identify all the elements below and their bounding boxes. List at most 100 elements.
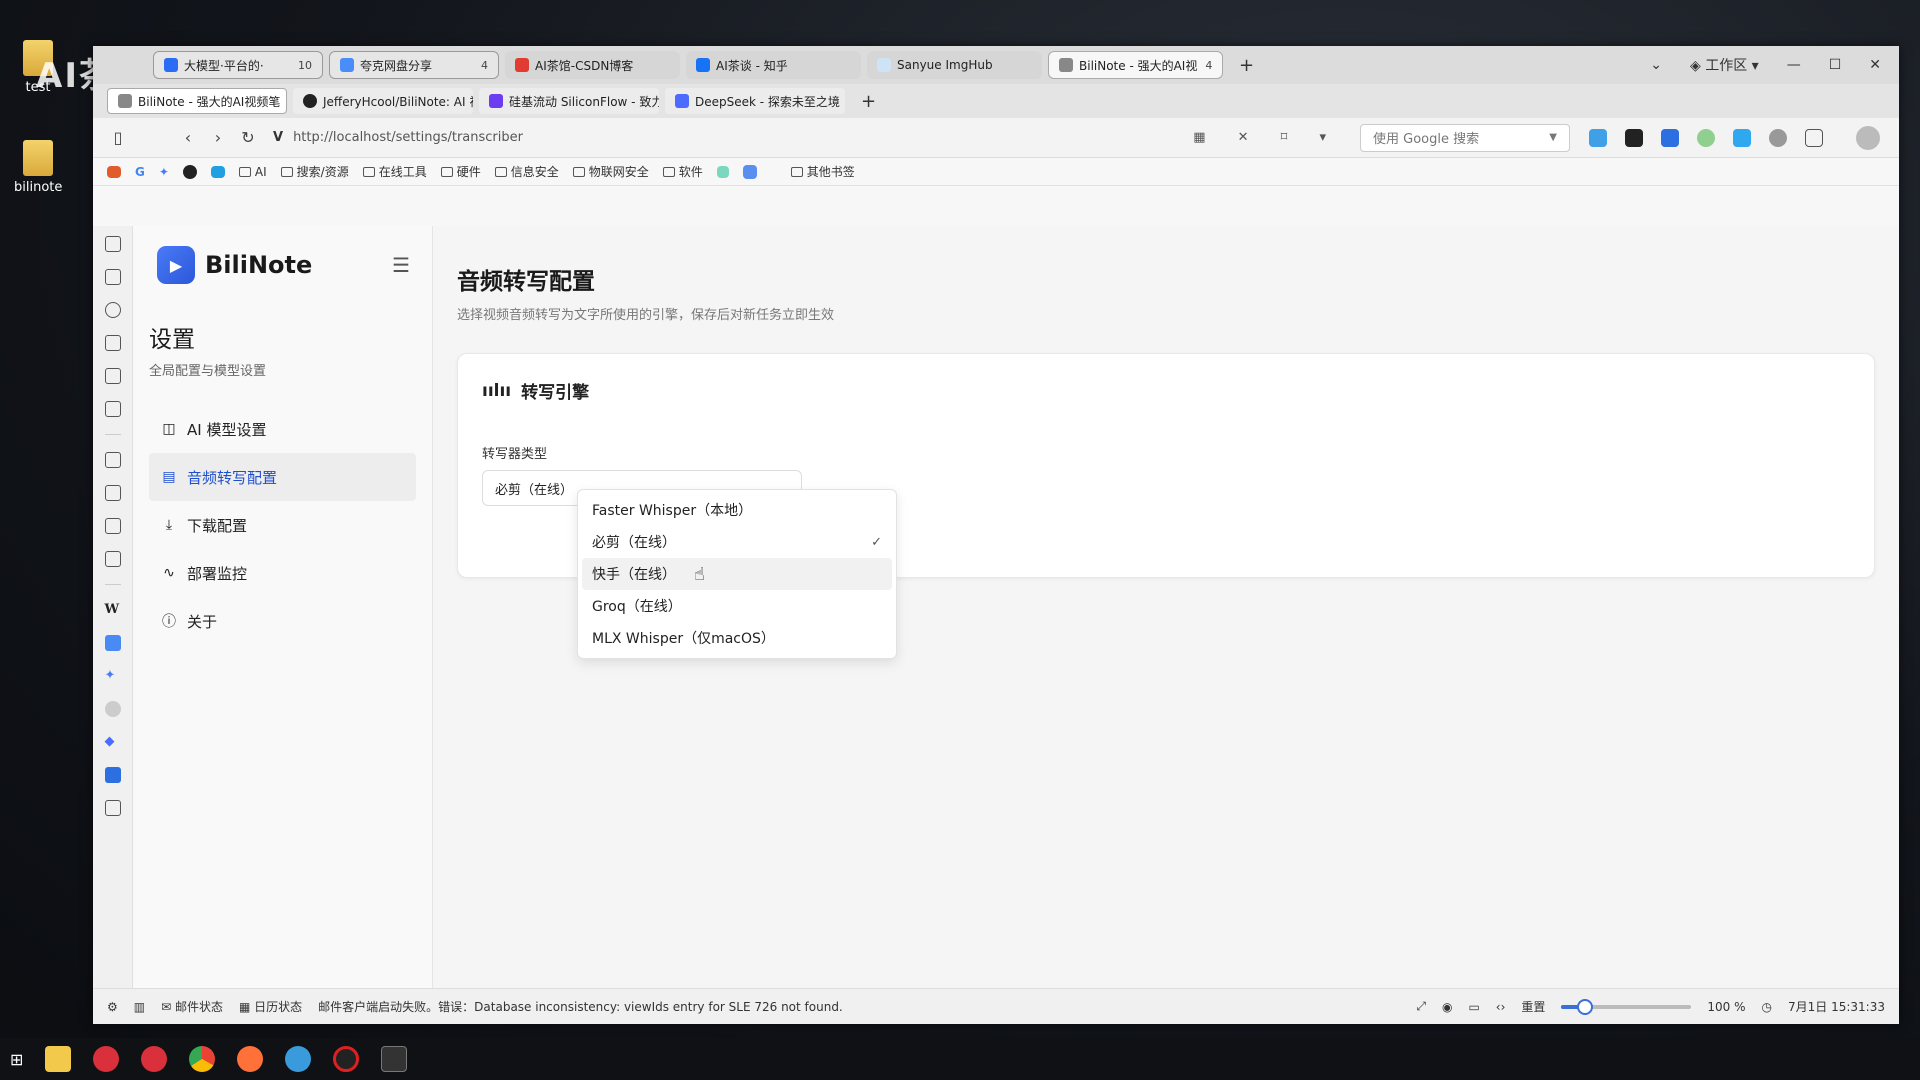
tab-imghub[interactable]: Sanyue ImgHub: [867, 51, 1042, 79]
deepseek-icon[interactable]: ◆: [105, 734, 121, 750]
download-panel-icon[interactable]: [104, 269, 121, 285]
url-field[interactable]: V http://localhost/settings/transcriber …: [263, 124, 1350, 152]
bookmark-favicon-icon[interactable]: [716, 165, 729, 178]
github-icon[interactable]: [182, 164, 197, 179]
subtab-bilinote[interactable]: BiliNote - 强大的AI视频笔: [107, 88, 287, 114]
new-tab-icon[interactable]: +: [1239, 55, 1254, 76]
subtab-deepseek[interactable]: DeepSeek - 探索未至之境: [665, 88, 845, 114]
mail-panel-icon[interactable]: [104, 452, 121, 468]
history-panel-icon[interactable]: [104, 302, 121, 318]
bookmark-favicon-icon[interactable]: [742, 164, 757, 179]
bookmark-folder-security[interactable]: 信息安全: [494, 163, 559, 180]
search-input[interactable]: 使用 Google 搜索 ▼: [1360, 123, 1570, 152]
tab-stack-bilinote[interactable]: BiliNote - 强大的AI视 4: [1048, 51, 1223, 79]
minimize-icon[interactable]: —: [1787, 57, 1801, 73]
terminal-icon[interactable]: [381, 1046, 408, 1072]
capture-icon[interactable]: ⤢: [1416, 999, 1426, 1014]
workspace-button[interactable]: ◈ 工作区 ▾: [1690, 55, 1759, 75]
panel-icon[interactable]: ▥: [134, 1000, 145, 1014]
calendar-panel-icon[interactable]: [104, 485, 121, 501]
gear-icon[interactable]: ⚙: [107, 1000, 118, 1014]
option-bcut[interactable]: 必剪（在线） ✓: [582, 526, 892, 558]
menu-item-monitor[interactable]: ∿ 部署监控: [149, 549, 416, 597]
sliders-icon[interactable]: ☰: [392, 253, 410, 277]
feeds-panel-icon[interactable]: [104, 551, 121, 567]
shield-icon[interactable]: [1769, 128, 1787, 147]
desktop-icon-bilinote[interactable]: bilinote: [14, 140, 62, 195]
google-icon[interactable]: G: [135, 165, 145, 179]
window-panel-icon[interactable]: [104, 368, 121, 384]
extension-icon[interactable]: [1733, 128, 1751, 147]
option-kuaishou[interactable]: 快手（在线） ☝: [582, 558, 892, 590]
bookmark-panel-icon[interactable]: [104, 236, 121, 252]
tab-csdn[interactable]: AI茶馆-CSDN博客: [505, 51, 680, 79]
app-icon[interactable]: [285, 1046, 312, 1072]
subtab-github[interactable]: JefferyHcool/BiliNote: AI 视: [293, 88, 473, 114]
tab-stack-1[interactable]: 大模型·平台的· 10: [153, 51, 323, 79]
tiling-icon[interactable]: ▭: [1468, 1000, 1479, 1014]
bookmark-folder-other[interactable]: 其他书签: [790, 163, 855, 180]
tab-zhihu[interactable]: AI茶谈 - 知乎: [686, 51, 861, 79]
reload-icon[interactable]: ↻: [233, 128, 263, 147]
webpanel-icon[interactable]: [104, 701, 121, 717]
notes-panel-icon[interactable]: [104, 335, 121, 351]
forward-icon[interactable]: ›: [203, 128, 233, 147]
option-groq[interactable]: Groq（在线）: [582, 590, 892, 622]
vivaldi-alt-icon[interactable]: [141, 1046, 168, 1072]
bilibili-icon[interactable]: [210, 165, 225, 178]
zoom-slider[interactable]: [1561, 998, 1692, 1015]
reader-panel-icon[interactable]: [104, 401, 121, 417]
bitwarden-icon[interactable]: [1661, 128, 1679, 147]
tab-favicon: [489, 94, 503, 108]
file-explorer-icon[interactable]: [45, 1046, 72, 1072]
bookmark-folder-tools[interactable]: 在线工具: [362, 163, 427, 180]
bookmark-favicon-icon[interactable]: [107, 165, 121, 178]
bookmark-folder-search[interactable]: 搜索/资源: [280, 163, 349, 180]
bookmark-folder-iot[interactable]: 物联网安全: [572, 163, 649, 180]
mail-status[interactable]: ✉ 邮件状态: [161, 998, 223, 1015]
menu-item-ai-model[interactable]: ◫ AI 模型设置: [149, 405, 416, 453]
extension-icon[interactable]: [1697, 128, 1715, 147]
address-actions[interactable]: ▦ ✕ ⌑ ▾: [1193, 130, 1340, 145]
bookmark-folder-hardware[interactable]: 硬件: [440, 163, 481, 180]
bookmark-folder-software[interactable]: 软件: [662, 163, 703, 180]
recorder-icon[interactable]: [333, 1046, 360, 1072]
calendar-status[interactable]: ▦ 日历状态: [239, 998, 302, 1015]
search-engine-chevron-icon[interactable]: ▼: [1549, 132, 1557, 143]
option-faster-whisper[interactable]: Faster Whisper（本地）: [582, 494, 892, 526]
tab-list-chevron-icon[interactable]: ⌄: [1650, 57, 1662, 73]
add-panel-icon[interactable]: [104, 800, 121, 816]
wikipedia-icon[interactable]: W: [105, 602, 121, 618]
back-icon[interactable]: ‹: [173, 128, 203, 147]
site-info-icon[interactable]: V: [273, 130, 283, 145]
option-mlx-whisper[interactable]: MLX Whisper（仅macOS）: [582, 622, 892, 654]
avatar[interactable]: [1856, 125, 1880, 150]
option-label: 必剪（在线）: [592, 535, 676, 551]
gemini-icon[interactable]: ✦: [105, 668, 121, 684]
chrome-icon[interactable]: [189, 1046, 216, 1072]
menu-item-about[interactable]: ⓘ 关于: [149, 597, 416, 645]
bitwarden-icon[interactable]: [104, 767, 121, 783]
vivaldi-icon[interactable]: [93, 1046, 120, 1072]
code-icon[interactable]: ‹›: [1496, 1000, 1506, 1014]
panel-toggle-icon[interactable]: ▯: [103, 128, 133, 147]
subtab-siliconflow[interactable]: 硅基流动 SiliconFlow - 致力: [479, 88, 659, 114]
zoom-slider-handle[interactable]: [1576, 998, 1593, 1015]
extension-icon[interactable]: [1589, 128, 1607, 147]
puzzle-icon[interactable]: [1805, 128, 1823, 147]
zoom-reset-button[interactable]: 重置: [1521, 998, 1545, 1015]
close-icon[interactable]: ✕: [1869, 57, 1881, 73]
menu-item-download[interactable]: ⤓ 下载配置: [149, 501, 416, 549]
tasks-panel-icon[interactable]: [104, 518, 121, 534]
menu-item-transcriber[interactable]: ▤ 音频转写配置: [149, 453, 416, 501]
maximize-icon[interactable]: ☐: [1829, 57, 1842, 73]
new-subtab-icon[interactable]: +: [861, 91, 876, 112]
translate-icon[interactable]: [104, 635, 121, 651]
tab-stack-2[interactable]: 夸克网盘分享 4: [329, 51, 499, 79]
gemini-icon[interactable]: ✦: [159, 165, 169, 179]
bookmark-folder-ai[interactable]: AI: [238, 165, 267, 179]
camera-icon[interactable]: ◉: [1442, 1000, 1452, 1014]
extension-icon[interactable]: [1625, 128, 1643, 147]
windows-start-icon[interactable]: ⊞: [10, 1050, 23, 1069]
firefox-icon[interactable]: [237, 1046, 264, 1072]
